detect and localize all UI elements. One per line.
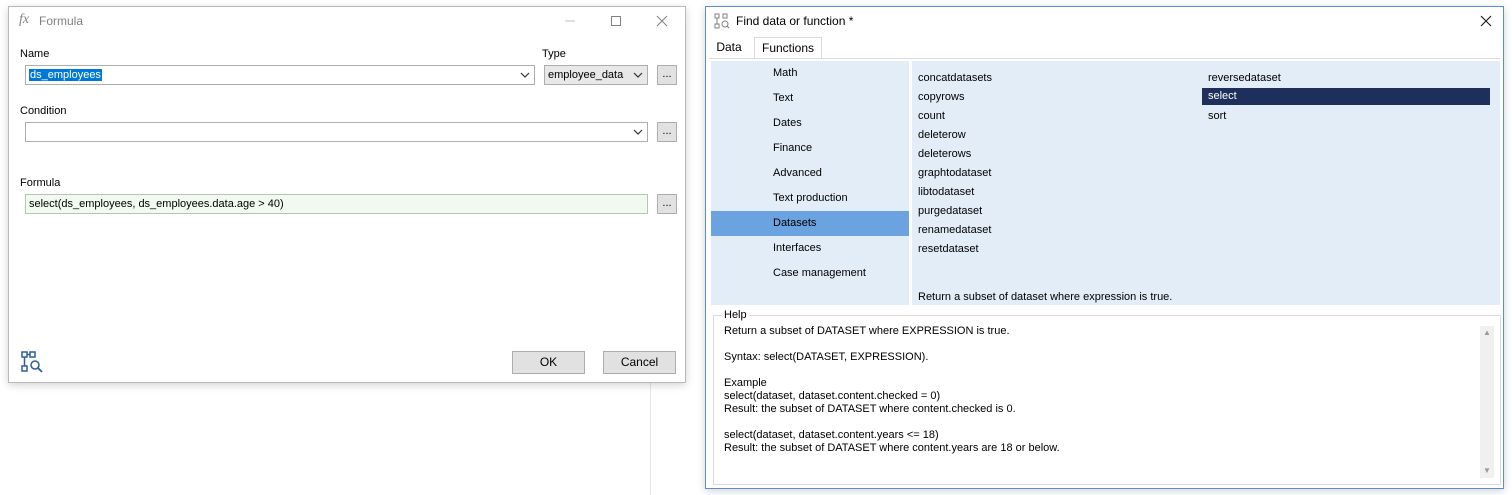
function-item-deleterows[interactable]: deleterows [912,146,971,163]
ok-button[interactable]: OK [512,351,585,374]
category-dates[interactable]: Dates [711,111,909,136]
name-value: ds_employees [29,69,102,81]
name-combobox[interactable]: ds_employees [25,65,535,85]
chevron-down-icon [520,72,530,78]
scroll-down-icon[interactable]: ▼ [1480,464,1494,478]
function-item-select[interactable]: select [1202,88,1490,105]
help-text: Return a subset of DATASET where EXPRESS… [724,325,1060,454]
data-tree-icon [714,13,730,29]
category-case-management[interactable]: Case management [711,261,909,286]
category-datasets[interactable]: Datasets [711,211,909,236]
tab-data[interactable]: Data [709,37,749,59]
category-finance[interactable]: Finance [711,136,909,161]
cancel-button[interactable]: Cancel [603,351,676,374]
find-close-button[interactable] [1466,7,1506,35]
help-group: Help Return a subset of DATASET where EX… [713,309,1501,485]
category-text[interactable]: Text [711,86,909,111]
type-value: employee_data [548,69,624,81]
category-list: Math Text Dates Finance Advanced Text pr… [711,61,909,305]
chevron-down-icon [633,129,643,135]
close-button[interactable] [639,7,685,35]
function-item-purgedataset[interactable]: purgedataset [912,203,982,220]
name-value-wrap: ds_employees [29,69,102,81]
data-tree-search-icon[interactable] [21,351,43,373]
function-item-libtodataset[interactable]: libtodataset [912,184,974,201]
function-item-count[interactable]: count [912,108,945,125]
minimize-icon [565,20,575,22]
type-combobox[interactable]: employee_data [544,65,648,85]
category-interfaces[interactable]: Interfaces [711,236,909,261]
type-browse-button[interactable]: ... [657,65,677,85]
formula-input[interactable]: select(ds_employees, ds_employees.data.a… [25,194,648,214]
condition-browse-button[interactable]: ... [657,122,677,142]
function-item-resetdataset[interactable]: resetdataset [912,241,979,258]
chevron-down-icon [633,72,643,78]
help-scrollbar[interactable]: ▲ ▼ [1480,326,1494,478]
maximize-icon [611,16,621,26]
type-label: Type [542,48,566,60]
formula-browse-button[interactable]: ... [657,194,677,214]
minimize-button[interactable] [547,7,593,35]
tab-strip-line [709,58,1500,59]
find-data-dialog: Find data or function * Data Functions M… [705,6,1504,489]
fx-icon: fx [19,12,30,27]
category-math[interactable]: Math [711,61,909,86]
background-divider [650,380,651,495]
condition-label: Condition [20,105,67,117]
category-text-production[interactable]: Text production [711,186,909,211]
scroll-up-icon[interactable]: ▲ [1480,326,1494,340]
close-icon [656,15,668,27]
formula-titlebar: fx Formula [9,7,685,35]
function-item-sort[interactable]: sort [1202,108,1226,125]
maximize-button[interactable] [593,7,639,35]
function-description: Return a subset of dataset where express… [918,291,1173,303]
condition-combobox[interactable] [25,122,648,142]
function-item-copyrows[interactable]: copyrows [912,89,964,106]
name-label: Name [20,48,50,60]
formula-dialog: fx Formula Name ds_employees Type employ… [8,6,686,383]
function-item-reversedataset[interactable]: reversedataset [1202,70,1281,87]
function-item-renamedataset[interactable]: renamedataset [912,222,991,239]
formula-label: Formula [20,177,61,189]
function-list: concatdatasets copyrows count deleterow … [912,61,1500,305]
help-label: Help [722,309,749,321]
find-dialog-title: Find data or function * [736,14,854,28]
function-item-graphtodataset[interactable]: graphtodataset [912,165,991,182]
category-advanced[interactable]: Advanced [711,161,909,186]
formula-dialog-title: Formula [39,14,84,28]
tab-functions[interactable]: Functions [754,37,822,59]
close-icon [1480,15,1492,27]
formula-value: select(ds_employees, ds_employees.data.a… [29,198,284,210]
function-item-concatdatasets[interactable]: concatdatasets [912,70,992,87]
function-item-deleterow[interactable]: deleterow [912,127,966,144]
